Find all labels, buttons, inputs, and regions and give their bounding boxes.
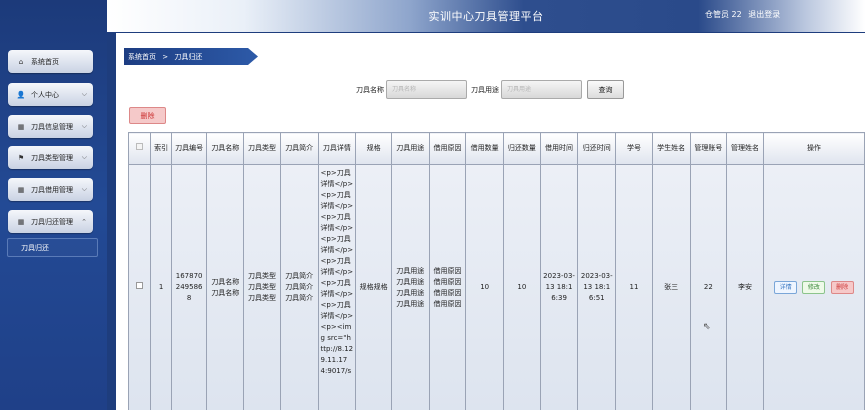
- sidebar-item-tool-type[interactable]: ⚑ 刀具类型管理 ⌵: [8, 146, 93, 169]
- column-header: 规格: [355, 132, 392, 165]
- query-button[interactable]: 查询: [587, 80, 624, 99]
- row-checkbox[interactable]: [136, 282, 144, 289]
- grid-icon: ▦: [17, 217, 25, 226]
- breadcrumb-home[interactable]: 系统首页: [128, 53, 156, 61]
- table-row: 1 1678702495868 刀具名称刀具名称 刀具类型刀具类型刀具类型 刀具…: [128, 164, 865, 410]
- sidebar: ⌂ 系统首页 👤 个人中心 ⌵ ▦ 刀具信息管理 ⌵ ⚑ 刀具类型管理 ⌵ ▦ …: [0, 0, 107, 410]
- row-select-cell[interactable]: [128, 164, 152, 410]
- sidebar-item-label: 系统首页: [31, 57, 59, 66]
- column-header: 刀具名称: [206, 132, 245, 165]
- mouse-cursor-icon: ⇖: [703, 322, 711, 332]
- cell-index: 1: [150, 164, 172, 410]
- detail-button[interactable]: 详情: [774, 281, 798, 294]
- cell-student-name: 张三: [651, 164, 691, 410]
- tool-name-label: 刀具名称: [356, 86, 384, 94]
- column-header: 借用数量: [465, 132, 505, 165]
- select-all-cell[interactable]: [128, 132, 152, 165]
- sidebar-item-personal[interactable]: 👤 个人中心 ⌵: [8, 83, 93, 106]
- sidebar-item-tool-borrow[interactable]: ▦ 刀具借用管理 ⌵: [8, 178, 93, 201]
- column-header: 学生姓名: [651, 132, 691, 165]
- cell-actions: 详情 修改 删除: [762, 164, 865, 410]
- data-table-container: 索引 刀具编号 刀具名称 刀具类型 刀具简介 刀具详情 规格 刀具用途 借用原因…: [128, 132, 865, 410]
- sidebar-item-label: 个人中心: [31, 90, 59, 99]
- sidebar-item-label: 刀具归还管理: [31, 217, 73, 226]
- column-header: 归还数量: [503, 132, 541, 165]
- column-header: 刀具用途: [390, 132, 430, 165]
- cell-admin-account: 22: [689, 164, 728, 410]
- sidebar-subitem-tool-return[interactable]: 刀具归还: [7, 238, 98, 257]
- main-content: 系统首页 > 刀具归还 刀具名称 刀具用途 查询 删除 索引 刀具编号 刀具名称: [116, 33, 865, 410]
- table-header-row: 索引 刀具编号 刀具名称 刀具类型 刀具简介 刀具详情 规格 刀具用途 借用原因…: [128, 132, 865, 165]
- breadcrumb-current: 刀具归还: [174, 53, 203, 61]
- sidebar-item-label: 刀具类型管理: [31, 153, 73, 162]
- user-icon: 👤: [16, 90, 26, 99]
- column-header: 借用原因: [428, 132, 467, 165]
- sidebar-item-tool-return[interactable]: ▦ 刀具归还管理 ⌃: [8, 210, 93, 233]
- tool-usage-label: 刀具用途: [471, 86, 499, 94]
- sidebar-item-label: 刀具借用管理: [31, 185, 73, 194]
- sidebar-item-tool-info[interactable]: ▦ 刀具信息管理 ⌵: [8, 115, 93, 138]
- cell-usage: 刀具用途刀具用途刀具用途刀具用途: [390, 164, 430, 410]
- cell-spec: 规格规格: [355, 164, 392, 410]
- column-header: 管理账号: [689, 132, 728, 165]
- batch-delete-button[interactable]: 删除: [129, 107, 166, 124]
- cell-tool-type: 刀具类型刀具类型刀具类型: [243, 164, 281, 410]
- cell-return-time: 2023-03-13 18:16:51: [577, 164, 617, 410]
- column-header: 刀具详情: [317, 132, 357, 165]
- cell-student-no: 11: [615, 164, 653, 410]
- top-header: 实训中心刀具管理平台 仓管员 22 退出登录: [107, 0, 865, 32]
- breadcrumb: 系统首页 > 刀具归还: [124, 48, 258, 65]
- column-header: 索引: [150, 132, 172, 165]
- column-header: 学号: [615, 132, 653, 165]
- logout-link[interactable]: 退出登录: [748, 10, 780, 19]
- cell-tool-name: 刀具名称刀具名称: [206, 164, 245, 410]
- grid-icon: ▦: [17, 122, 25, 131]
- cell-tool-code: 1678702495868: [170, 164, 208, 410]
- column-header: 刀具类型: [243, 132, 281, 165]
- flag-icon: ⚑: [17, 153, 25, 162]
- cell-borrow-time: 2023-03-13 18:16:39: [539, 164, 579, 410]
- breadcrumb-separator: >: [162, 53, 169, 61]
- chevron-up-icon: ⌃: [81, 217, 87, 226]
- home-icon: ⌂: [18, 57, 24, 66]
- sidebar-item-home[interactable]: ⌂ 系统首页: [8, 50, 93, 73]
- column-header: 操作: [762, 132, 865, 165]
- grid-icon: ▦: [17, 185, 25, 194]
- cell-tool-intro: 刀具简介刀具简介刀具简介: [279, 164, 319, 410]
- cell-tool-detail: <p>刀具详情</p><p>刀具详情</p><p>刀具详情</p><p>刀具详情…: [317, 164, 357, 410]
- sidebar-item-label: 刀具信息管理: [31, 122, 73, 131]
- cell-return-qty: 10: [503, 164, 541, 410]
- chevron-down-icon: ⌵: [81, 90, 87, 98]
- column-header: 管理姓名: [726, 132, 764, 165]
- chevron-down-icon: ⌵: [81, 122, 87, 130]
- column-header: 借用时间: [539, 132, 579, 165]
- tool-usage-input[interactable]: [501, 80, 582, 99]
- column-header: 归还时间: [577, 132, 617, 165]
- user-area: 仓管员 22 退出登录: [705, 9, 784, 20]
- column-header: 刀具简介: [279, 132, 319, 165]
- select-all-checkbox[interactable]: [136, 143, 144, 150]
- cell-borrow-qty: 10: [465, 164, 505, 410]
- column-header: 刀具编号: [170, 132, 208, 165]
- data-table: 索引 刀具编号 刀具名称 刀具类型 刀具简介 刀具详情 规格 刀具用途 借用原因…: [128, 132, 865, 410]
- edit-button[interactable]: 修改: [802, 281, 826, 294]
- cell-admin-name: 李安: [726, 164, 764, 410]
- chevron-down-icon: ⌵: [81, 153, 87, 161]
- user-label: 仓管员 22: [705, 10, 742, 19]
- chevron-down-icon: ⌵: [81, 185, 87, 193]
- tool-name-input[interactable]: [386, 80, 467, 99]
- cell-borrow-reason: 借用原因借用原因借用原因借用原因: [428, 164, 467, 410]
- delete-button[interactable]: 删除: [830, 281, 854, 294]
